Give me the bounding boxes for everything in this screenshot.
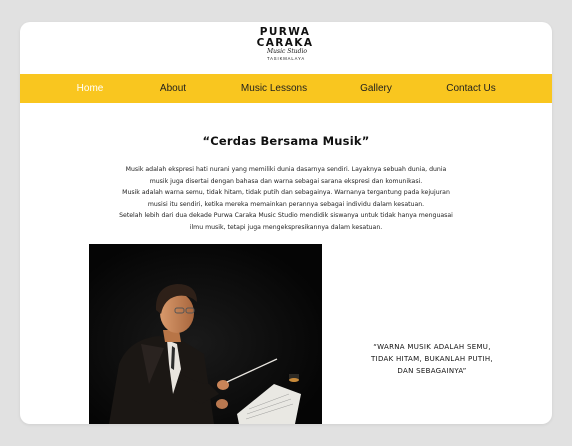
logo-line-music-studio: Music Studio — [266, 48, 308, 55]
quote-line: “WARNA MUSIK ADALAH SEMU, — [373, 343, 491, 351]
conductor-photo — [89, 244, 322, 424]
paragraph-line: musisi itu sendiri, ketika mereka memain… — [147, 200, 425, 208]
quote-line: DAN SEBAGAINYA” — [397, 367, 467, 375]
paragraph-line: ilmu musik, tetapi juga mengekspresikann… — [189, 223, 383, 231]
main-nav: Home About Music Lessons Gallery Contact… — [20, 74, 552, 103]
site-logo[interactable]: PURWA CARAKA Music Studio TASIKMALAYA — [20, 27, 552, 61]
paragraph-line: Musik adalah ekspresi hati nurani yang m… — [125, 166, 447, 173]
paragraph-line: musik juga disertai dengan bahasa dan wa… — [149, 177, 423, 185]
browser-window: PURWA CARAKA Music Studio TASIKMALAYA Ho… — [20, 22, 552, 424]
nav-home[interactable]: Home — [77, 74, 104, 103]
paragraph-line: Musik adalah warna semu, tidak hitam, ti… — [122, 189, 450, 196]
paragraph-line: Setelah lebih dari dua dekade Purwa Cara… — [119, 212, 453, 219]
nav-contact-us[interactable]: Contact Us — [446, 74, 495, 103]
nav-gallery[interactable]: Gallery — [360, 74, 392, 103]
nav-music-lessons[interactable]: Music Lessons — [241, 74, 307, 103]
logo-line-purwa: PURWA — [259, 26, 311, 38]
page-heading: “Cerdas Bersama Musik” — [202, 134, 370, 148]
quote-block: “WARNA MUSIK ADALAH SEMU, TIDAK HITAM, B… — [332, 341, 532, 377]
logo-line-city: TASIKMALAYA — [266, 56, 306, 61]
intro-paragraph: Musik adalah ekspresi hati nurani yang m… — [60, 164, 512, 233]
quote-line: TIDAK HITAM, BUKANLAH PUTIH, — [371, 355, 493, 363]
nav-about[interactable]: About — [160, 74, 186, 103]
logo-line-caraka: CARAKA — [256, 36, 314, 49]
